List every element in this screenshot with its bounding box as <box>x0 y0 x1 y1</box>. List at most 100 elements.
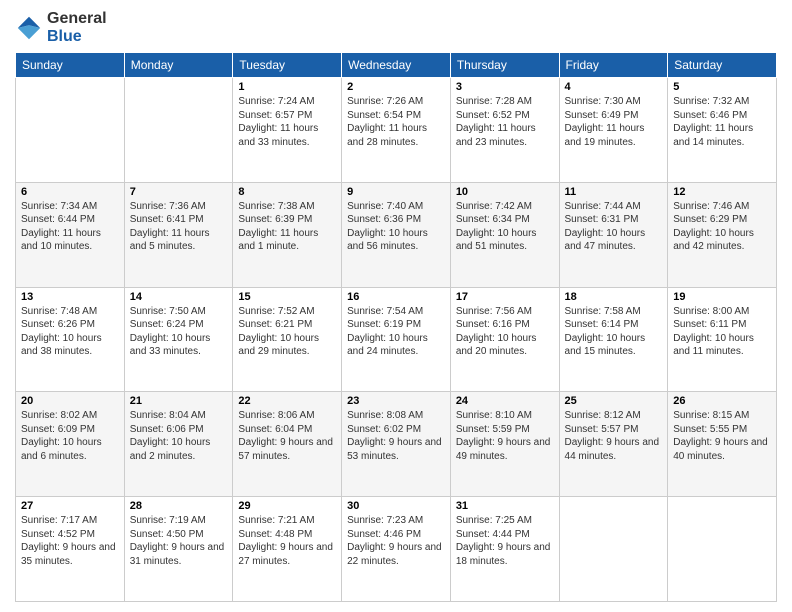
day-info: Sunrise: 7:48 AM Sunset: 6:26 PM Dayligh… <box>21 305 119 359</box>
calendar-cell: 2 Sunrise: 7:26 AM Sunset: 6:54 PM Daylig… <box>342 78 451 183</box>
day-info: Sunrise: 7:44 AM Sunset: 6:31 PM Dayligh… <box>565 200 663 254</box>
calendar-cell: 8 Sunrise: 7:38 AM Sunset: 6:39 PM Daylig… <box>233 182 342 287</box>
logo-text: General Blue <box>47 10 107 46</box>
day-info: Sunrise: 7:30 AM Sunset: 6:49 PM Dayligh… <box>565 95 663 149</box>
calendar-cell: 15 Sunrise: 7:52 AM Sunset: 6:21 PM Dayli… <box>233 287 342 392</box>
logo-icon <box>15 14 43 42</box>
day-number: 22 <box>238 395 336 407</box>
day-number: 10 <box>456 186 554 198</box>
day-number: 19 <box>673 291 771 303</box>
calendar-cell: 3Sunrise: 7:28 AM Sunset: 6:52 PM Daylig… <box>450 78 559 183</box>
day-number: 7 <box>130 186 228 198</box>
day-number: 1 <box>238 81 336 93</box>
calendar-cell <box>124 78 233 183</box>
day-number: 15 <box>238 291 336 303</box>
day-header-friday: Friday <box>559 53 668 78</box>
day-info: Sunrise: 7:32 AM Sunset: 6:46 PM Dayligh… <box>673 95 771 149</box>
calendar-cell: 17 Sunrise: 7:56 AM Sunset: 6:16 PM Dayli… <box>450 287 559 392</box>
page: General Blue SundayMondayTuesdayWednesda… <box>0 0 792 612</box>
day-number: 30 <box>347 500 445 512</box>
calendar-cell: 4 Sunrise: 7:30 AM Sunset: 6:49 PM Daylig… <box>559 78 668 183</box>
day-number: 26 <box>673 395 771 407</box>
day-info: Sunrise: 8:08 AM Sunset: 6:02 PM Dayligh… <box>347 409 445 463</box>
calendar-cell <box>668 497 777 602</box>
day-info: Sunrise: 8:15 AM Sunset: 5:55 PM Dayligh… <box>673 409 771 463</box>
day-header-thursday: Thursday <box>450 53 559 78</box>
day-info: Sunrise: 7:40 AM Sunset: 6:36 PM Dayligh… <box>347 200 445 254</box>
calendar-cell: 14Sunrise: 7:50 AM Sunset: 6:24 PM Dayli… <box>124 287 233 392</box>
day-info: Sunrise: 8:02 AM Sunset: 6:09 PM Dayligh… <box>21 409 119 463</box>
day-number: 3 <box>456 81 554 93</box>
calendar-cell: 18 Sunrise: 7:58 AM Sunset: 6:14 PM Dayli… <box>559 287 668 392</box>
calendar-cell: 11 Sunrise: 7:44 AM Sunset: 6:31 PM Dayli… <box>559 182 668 287</box>
calendar-cell: 12Sunrise: 7:46 AM Sunset: 6:29 PM Dayli… <box>668 182 777 287</box>
day-number: 16 <box>347 291 445 303</box>
day-number: 17 <box>456 291 554 303</box>
day-number: 27 <box>21 500 119 512</box>
day-number: 6 <box>21 186 119 198</box>
calendar-cell: 21 Sunrise: 8:04 AM Sunset: 6:06 PM Dayli… <box>124 392 233 497</box>
day-number: 8 <box>238 186 336 198</box>
day-number: 9 <box>347 186 445 198</box>
calendar-cell: 10 Sunrise: 7:42 AM Sunset: 6:34 PM Dayli… <box>450 182 559 287</box>
calendar-cell: 16 Sunrise: 7:54 AM Sunset: 6:19 PM Dayli… <box>342 287 451 392</box>
day-info: Sunrise: 7:19 AM Sunset: 4:50 PM Dayligh… <box>130 514 228 568</box>
calendar-cell: 19Sunrise: 8:00 AM Sunset: 6:11 PM Dayli… <box>668 287 777 392</box>
day-info: Sunrise: 7:26 AM Sunset: 6:54 PM Dayligh… <box>347 95 445 149</box>
calendar-cell: 9 Sunrise: 7:40 AM Sunset: 6:36 PM Daylig… <box>342 182 451 287</box>
calendar-cell: 31Sunrise: 7:25 AM Sunset: 4:44 PM Dayli… <box>450 497 559 602</box>
calendar-cell: 22 Sunrise: 8:06 AM Sunset: 6:04 PM Dayli… <box>233 392 342 497</box>
calendar-cell: 25Sunrise: 8:12 AM Sunset: 5:57 PM Dayli… <box>559 392 668 497</box>
day-number: 4 <box>565 81 663 93</box>
week-row-3: 13 Sunrise: 7:48 AM Sunset: 6:26 PM Dayli… <box>16 287 777 392</box>
calendar-cell: 7 Sunrise: 7:36 AM Sunset: 6:41 PM Daylig… <box>124 182 233 287</box>
day-number: 2 <box>347 81 445 93</box>
calendar-cell: 23 Sunrise: 8:08 AM Sunset: 6:02 PM Dayli… <box>342 392 451 497</box>
week-row-4: 20 Sunrise: 8:02 AM Sunset: 6:09 PM Dayli… <box>16 392 777 497</box>
day-info: Sunrise: 7:38 AM Sunset: 6:39 PM Dayligh… <box>238 200 336 254</box>
day-info: Sunrise: 7:17 AM Sunset: 4:52 PM Dayligh… <box>21 514 119 568</box>
calendar-cell: 29 Sunrise: 7:21 AM Sunset: 4:48 PM Dayli… <box>233 497 342 602</box>
day-info: Sunrise: 7:56 AM Sunset: 6:16 PM Dayligh… <box>456 305 554 359</box>
calendar-cell: 26 Sunrise: 8:15 AM Sunset: 5:55 PM Dayli… <box>668 392 777 497</box>
day-info: Sunrise: 7:52 AM Sunset: 6:21 PM Dayligh… <box>238 305 336 359</box>
day-info: Sunrise: 7:34 AM Sunset: 6:44 PM Dayligh… <box>21 200 119 254</box>
day-info: Sunrise: 7:24 AM Sunset: 6:57 PM Dayligh… <box>238 95 336 149</box>
day-info: Sunrise: 7:58 AM Sunset: 6:14 PM Dayligh… <box>565 305 663 359</box>
day-info: Sunrise: 7:23 AM Sunset: 4:46 PM Dayligh… <box>347 514 445 568</box>
day-number: 13 <box>21 291 119 303</box>
day-number: 29 <box>238 500 336 512</box>
day-number: 14 <box>130 291 228 303</box>
calendar-cell: 6 Sunrise: 7:34 AM Sunset: 6:44 PM Daylig… <box>16 182 125 287</box>
day-number: 23 <box>347 395 445 407</box>
day-number: 21 <box>130 395 228 407</box>
day-number: 11 <box>565 186 663 198</box>
calendar: SundayMondayTuesdayWednesdayThursdayFrid… <box>15 52 777 602</box>
day-number: 5 <box>673 81 771 93</box>
calendar-cell: 1 Sunrise: 7:24 AM Sunset: 6:57 PM Daylig… <box>233 78 342 183</box>
day-number: 28 <box>130 500 228 512</box>
day-info: Sunrise: 7:21 AM Sunset: 4:48 PM Dayligh… <box>238 514 336 568</box>
calendar-cell: 30 Sunrise: 7:23 AM Sunset: 4:46 PM Dayli… <box>342 497 451 602</box>
day-header-tuesday: Tuesday <box>233 53 342 78</box>
calendar-cell: 28 Sunrise: 7:19 AM Sunset: 4:50 PM Dayli… <box>124 497 233 602</box>
day-number: 25 <box>565 395 663 407</box>
calendar-cell: 27 Sunrise: 7:17 AM Sunset: 4:52 PM Dayli… <box>16 497 125 602</box>
day-info: Sunrise: 8:10 AM Sunset: 5:59 PM Dayligh… <box>456 409 554 463</box>
day-info: Sunrise: 8:04 AM Sunset: 6:06 PM Dayligh… <box>130 409 228 463</box>
week-row-1: 1 Sunrise: 7:24 AM Sunset: 6:57 PM Daylig… <box>16 78 777 183</box>
day-info: Sunrise: 7:36 AM Sunset: 6:41 PM Dayligh… <box>130 200 228 254</box>
day-number: 18 <box>565 291 663 303</box>
week-row-5: 27 Sunrise: 7:17 AM Sunset: 4:52 PM Dayli… <box>16 497 777 602</box>
calendar-cell: 13 Sunrise: 7:48 AM Sunset: 6:26 PM Dayli… <box>16 287 125 392</box>
calendar-cell <box>16 78 125 183</box>
day-info: Sunrise: 7:42 AM Sunset: 6:34 PM Dayligh… <box>456 200 554 254</box>
logo: General Blue <box>15 10 107 46</box>
calendar-header-row: SundayMondayTuesdayWednesdayThursdayFrid… <box>16 53 777 78</box>
day-info: Sunrise: 8:06 AM Sunset: 6:04 PM Dayligh… <box>238 409 336 463</box>
day-info: Sunrise: 7:54 AM Sunset: 6:19 PM Dayligh… <box>347 305 445 359</box>
calendar-cell: 20 Sunrise: 8:02 AM Sunset: 6:09 PM Dayli… <box>16 392 125 497</box>
calendar-cell: 24Sunrise: 8:10 AM Sunset: 5:59 PM Dayli… <box>450 392 559 497</box>
day-number: 20 <box>21 395 119 407</box>
calendar-cell <box>559 497 668 602</box>
